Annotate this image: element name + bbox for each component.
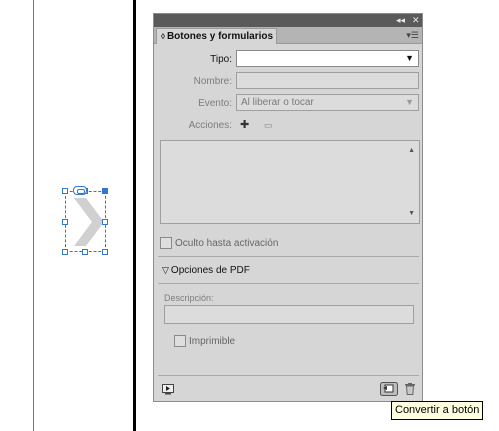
handle-mid-left[interactable] bbox=[62, 219, 68, 225]
pdf-options-toggle[interactable]: ▽ Opciones de PDF bbox=[162, 265, 250, 276]
hidden-until-activated-checkbox[interactable] bbox=[160, 237, 172, 249]
chevron-down-icon: ▼ bbox=[405, 97, 414, 107]
selection-frame[interactable] bbox=[65, 191, 106, 252]
evento-value: Al liberar o tocar bbox=[241, 97, 314, 108]
description-label: Descripción: bbox=[164, 293, 214, 303]
chain-link-icon[interactable] bbox=[73, 186, 87, 195]
handle-bottom-mid[interactable] bbox=[82, 249, 88, 255]
convert-to-button-icon[interactable] bbox=[380, 382, 398, 396]
tab-label: Botones y formularios bbox=[166, 31, 274, 42]
handle-top-left[interactable] bbox=[62, 188, 68, 194]
divider bbox=[158, 375, 419, 376]
handle-bottom-left[interactable] bbox=[62, 249, 68, 255]
hidden-until-activated-label: Oculto hasta activación bbox=[175, 238, 279, 249]
description-field[interactable] bbox=[164, 305, 414, 324]
handle-mid-right[interactable] bbox=[102, 219, 108, 225]
tipo-label: Tipo: bbox=[210, 54, 232, 65]
handle-bottom-right[interactable] bbox=[102, 249, 108, 255]
double-chevron-icon[interactable]: ◂◂ bbox=[396, 14, 405, 27]
nombre-label: Nombre: bbox=[193, 76, 232, 87]
evento-dropdown[interactable]: Al liberar o tocar ▼ bbox=[236, 94, 419, 111]
up-down-arrows-icon: ◊ bbox=[161, 32, 165, 41]
chevron-down-icon: ▼ bbox=[405, 53, 414, 63]
add-action-icon[interactable]: ✚ bbox=[240, 119, 249, 131]
scroll-down-icon[interactable]: ▼ bbox=[408, 210, 415, 217]
margin-guide bbox=[33, 0, 34, 431]
evento-label: Evento: bbox=[198, 98, 232, 109]
tooltip: Convertir a botón bbox=[391, 401, 484, 420]
preview-icon[interactable] bbox=[162, 384, 174, 395]
triangle-down-icon: ▽ bbox=[162, 265, 169, 275]
panel-tab-bar: ◊ Botones y formularios ▾☰ bbox=[154, 27, 422, 44]
tab-buttons-forms[interactable]: ◊ Botones y formularios bbox=[156, 28, 277, 44]
printable-checkbox[interactable] bbox=[174, 335, 186, 347]
scroll-up-icon[interactable]: ▲ bbox=[408, 147, 415, 154]
panel-menu-icon[interactable]: ▾☰ bbox=[406, 29, 419, 41]
close-icon[interactable]: ✕ bbox=[412, 14, 420, 27]
tipo-dropdown[interactable]: ▼ bbox=[236, 50, 419, 67]
panel-title-bar[interactable]: ◂◂ ✕ bbox=[154, 14, 422, 27]
acciones-label: Acciones: bbox=[188, 120, 232, 131]
nombre-field[interactable] bbox=[236, 72, 419, 89]
remove-action-icon[interactable]: ▭ bbox=[264, 119, 273, 131]
trash-icon[interactable] bbox=[405, 383, 415, 395]
pdf-options-label: Opciones de PDF bbox=[170, 265, 250, 276]
actions-list[interactable]: ▲ ▼ bbox=[160, 140, 420, 224]
page-edge bbox=[133, 0, 136, 431]
buttons-forms-panel: ◂◂ ✕ ◊ Botones y formularios ▾☰ Tipo: ▼ N… bbox=[153, 13, 423, 402]
printable-label: Imprimible bbox=[189, 336, 236, 347]
divider bbox=[158, 256, 419, 257]
handle-top-right[interactable] bbox=[102, 188, 108, 194]
divider bbox=[158, 283, 419, 284]
